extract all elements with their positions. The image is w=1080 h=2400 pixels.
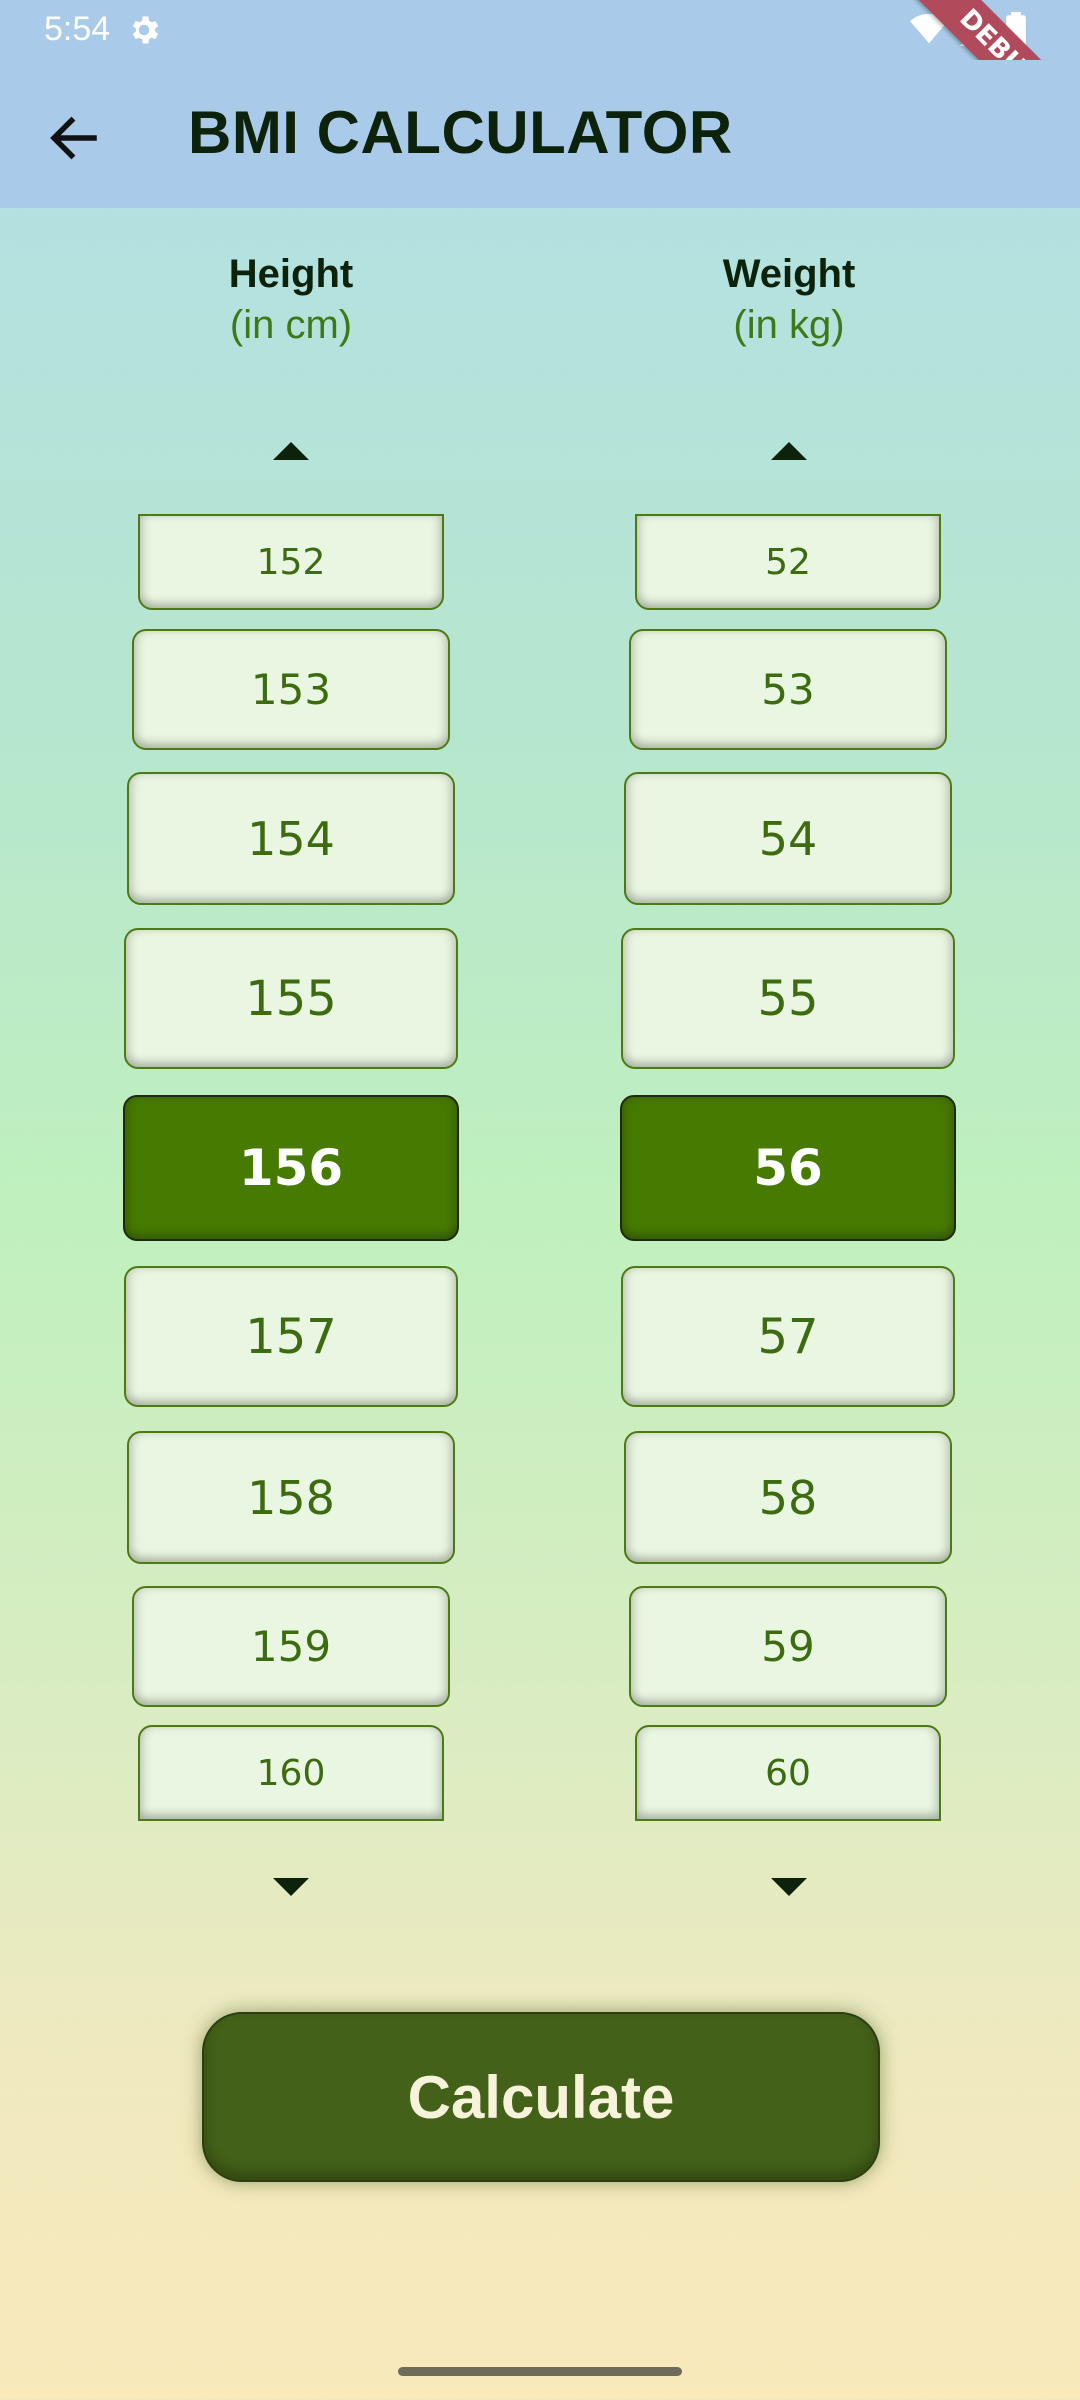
height-header: Height (in cm) <box>91 252 491 348</box>
page-title: BMI CALCULATOR <box>188 99 733 166</box>
height-label: Height <box>228 252 354 296</box>
weight-option[interactable]: 59 <box>629 1586 947 1707</box>
weight-unit: (in kg) <box>733 303 845 347</box>
height-option[interactable]: 152 <box>138 514 444 610</box>
height-option[interactable]: 155 <box>124 928 458 1069</box>
height-option[interactable]: 154 <box>127 772 455 905</box>
calculate-button[interactable]: Calculate <box>202 2012 880 2182</box>
height-option[interactable]: 157 <box>124 1266 458 1407</box>
height-option[interactable]: 159 <box>132 1586 450 1707</box>
weight-option[interactable]: 53 <box>629 629 947 750</box>
weight-option[interactable]: 54 <box>624 772 952 905</box>
height-scroll-down-icon[interactable] <box>273 1878 309 1896</box>
weight-option-selected[interactable]: 56 <box>620 1095 956 1241</box>
height-option[interactable]: 158 <box>127 1431 455 1564</box>
height-option-selected[interactable]: 156 <box>123 1095 459 1241</box>
weight-label: Weight <box>722 252 856 296</box>
weight-option[interactable]: 52 <box>635 514 941 610</box>
weight-option[interactable]: 58 <box>624 1431 952 1564</box>
settings-icon <box>132 16 159 44</box>
weight-scroll-up-icon[interactable] <box>771 442 807 460</box>
weight-option[interactable]: 57 <box>621 1266 955 1407</box>
height-option[interactable]: 160 <box>138 1725 444 1821</box>
home-indicator[interactable] <box>398 2367 682 2376</box>
weight-scroll-down-icon[interactable] <box>771 1878 807 1896</box>
back-arrow-icon[interactable] <box>44 108 104 168</box>
height-scroll-up-icon[interactable] <box>273 442 309 460</box>
weight-option[interactable]: 60 <box>635 1725 941 1821</box>
weight-option[interactable]: 55 <box>621 928 955 1069</box>
status-time: 5:54 <box>44 10 111 48</box>
height-option[interactable]: 153 <box>132 629 450 750</box>
weight-header: Weight (in kg) <box>589 252 989 348</box>
height-unit: (in cm) <box>229 303 353 347</box>
